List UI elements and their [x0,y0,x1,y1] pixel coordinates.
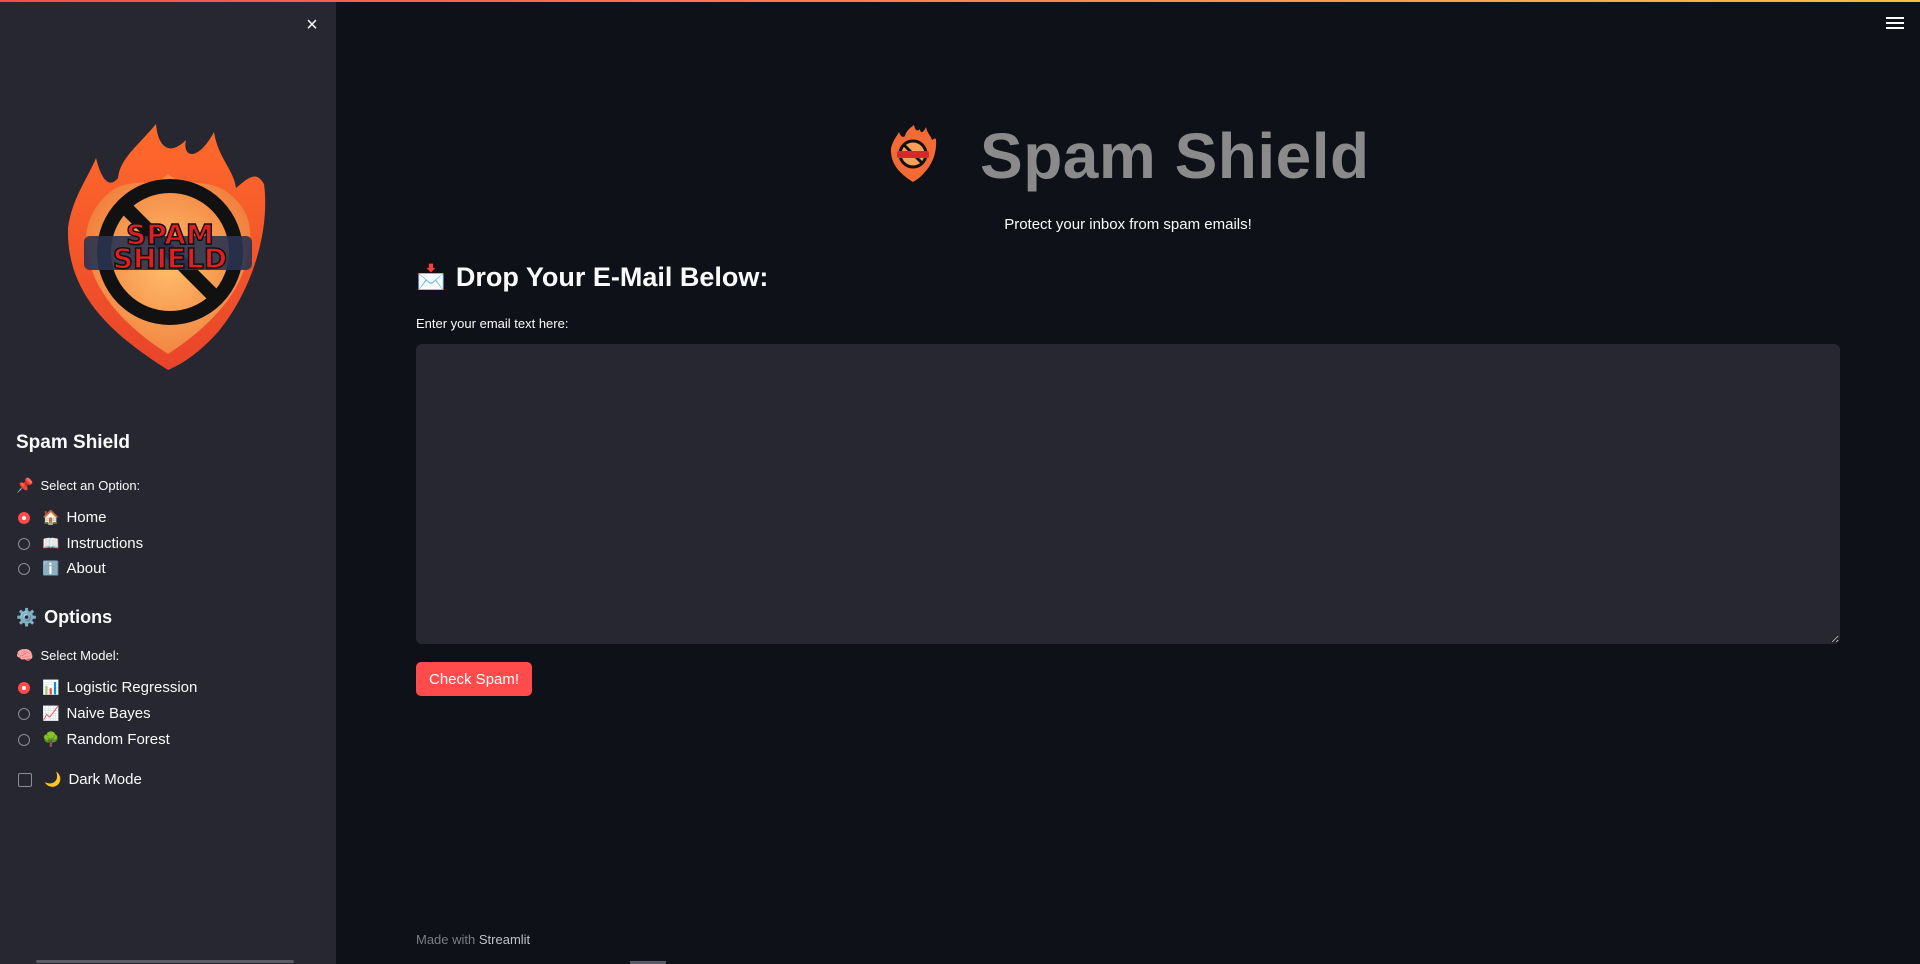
dark-mode-checkbox[interactable] [18,772,32,787]
radio-unselected-icon[interactable] [18,707,30,720]
header-logo-icon [888,124,938,184]
nav-select-label-text: Select an Option: [40,478,141,493]
logo-text-shield: SHIELD [113,242,227,275]
nav-radio-home-label: Home [66,509,107,526]
dark-mode-toggle[interactable]: 🌙 Dark Mode [18,771,142,788]
model-radio-random-forest[interactable]: 🌳 Random Forest [18,731,170,748]
info-icon: ℹ️ [42,560,60,576]
model-radio-naive-bayes[interactable]: 📈 Naive Bayes [18,705,151,722]
tree-icon: 🌳 [42,731,60,747]
model-radio-naive-bayes-label: Naive Bayes [66,705,151,722]
home-icon: 🏠 [42,509,60,525]
check-spam-button[interactable]: Check Spam! [416,662,533,696]
gear-icon: ⚙️ [16,607,38,627]
model-select-label-text: Select Model: [40,648,120,663]
options-heading: ⚙️ Options [16,607,112,628]
brain-icon: 🧠 [16,647,34,663]
radio-selected-icon[interactable] [18,511,30,524]
radio-selected-icon[interactable] [18,681,30,694]
close-sidebar-icon[interactable]: × [299,12,325,38]
sidebar-scrollbar[interactable] [36,960,294,963]
dark-mode-label: Dark Mode [68,771,142,788]
hamburger-menu-icon[interactable] [1884,14,1906,34]
nav-select-label: 📌 Select an Option: [16,477,140,494]
book-icon: 📖 [42,535,60,551]
nav-radio-about-label: About [66,560,106,577]
spam-shield-logo: SPAM SHIELD [58,118,278,378]
section-heading: 📩 Drop Your E-Mail Below: [416,262,768,293]
pin-icon: 📌 [16,477,34,493]
model-select-label: 🧠 Select Model: [16,647,119,664]
model-radio-logistic-regression-label: Logistic Regression [66,679,198,696]
footer-prefix: Made with [416,932,479,947]
bar-chart-icon: 📊 [42,679,60,695]
section-heading-text: Drop Your E-Mail Below: [455,262,769,292]
line-chart-icon: 📈 [42,705,60,721]
model-radio-random-forest-label: Random Forest [66,731,170,748]
footer: Made with Streamlit [416,932,530,947]
streamlit-link[interactable]: Streamlit [479,932,530,947]
radio-unselected-icon[interactable] [18,733,30,746]
nav-radio-about[interactable]: ℹ️ About [18,560,106,577]
model-radio-logistic-regression[interactable]: 📊 Logistic Regression [18,679,197,696]
nav-radio-home[interactable]: 🏠 Home [18,509,106,526]
radio-unselected-icon[interactable] [18,562,30,575]
page-title: Spam Shield [980,120,1370,192]
envelope-arrow-icon: 📩 [416,264,446,291]
page-subtitle: Protect your inbox from spam emails! [1004,216,1252,233]
moon-icon: 🌙 [44,771,62,787]
email-field-label: Enter your email text here: [416,316,569,331]
radio-unselected-icon[interactable] [18,537,30,550]
sidebar-title: Spam Shield [16,432,131,453]
nav-radio-instructions[interactable]: 📖 Instructions [18,535,143,552]
email-textarea[interactable] [416,344,1840,644]
options-heading-text: Options [44,607,113,627]
top-decoration-bar [0,0,1920,2]
nav-radio-instructions-label: Instructions [66,535,144,552]
sidebar: × SPAM SHIELD Spam Shield 📌 Select an Op… [0,0,336,964]
